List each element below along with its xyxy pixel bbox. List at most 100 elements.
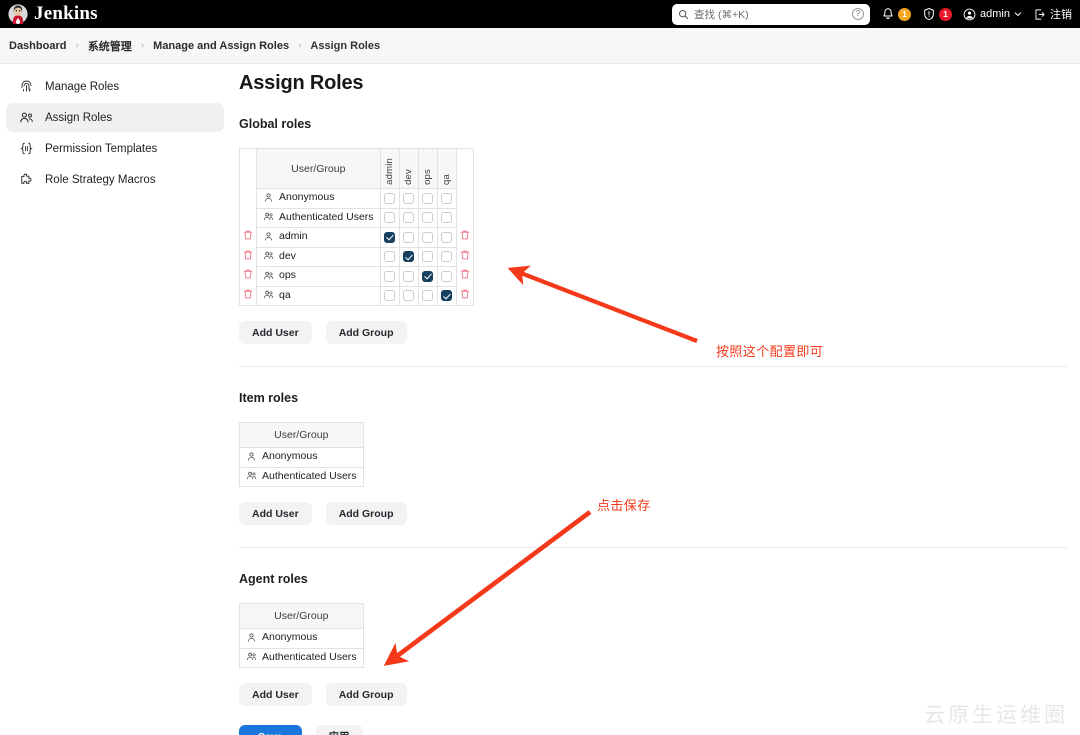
permission-cell-qa-dev[interactable]	[398, 285, 419, 306]
delete-row-button-left[interactable]	[240, 267, 257, 287]
jenkins-brand-link[interactable]: Jenkins	[0, 3, 98, 25]
permission-cell-anonymous-ops[interactable]	[417, 188, 438, 209]
checkbox-unchecked[interactable]	[422, 192, 434, 204]
delete-row-button-left[interactable]	[240, 247, 257, 267]
permission-cell-dev-dev[interactable]	[398, 246, 419, 267]
checkbox-unchecked[interactable]	[441, 270, 453, 282]
permission-cell-admin-admin[interactable]	[379, 227, 400, 248]
checkbox-unchecked[interactable]	[384, 192, 396, 204]
checkbox-unchecked[interactable]	[403, 270, 415, 282]
user-group-name: Anonymous	[262, 450, 318, 462]
checkbox-unchecked[interactable]	[422, 290, 434, 302]
permission-cell-ops-ops[interactable]	[417, 266, 438, 287]
delete-row-button-right[interactable]	[456, 286, 473, 306]
checkbox-unchecked[interactable]	[403, 192, 415, 204]
breadcrumb-item-3[interactable]: Manage and Assign Roles	[153, 40, 289, 52]
notification-count-badge: 1	[898, 7, 912, 21]
add-group-button[interactable]: Add Group	[325, 502, 407, 525]
permission-cell-anonymous-admin[interactable]	[379, 188, 400, 209]
checkbox-unchecked[interactable]	[441, 212, 453, 224]
breadcrumb-item-1[interactable]: Dashboard	[9, 40, 66, 52]
sidebar-item-permission-templates[interactable]: Permission Templates	[6, 134, 224, 163]
permission-cell-authenticated-users-admin[interactable]	[379, 207, 400, 228]
checkbox-unchecked[interactable]	[422, 231, 434, 243]
checkbox-unchecked[interactable]	[441, 231, 453, 243]
checkbox-unchecked[interactable]	[384, 212, 396, 224]
question-circle-icon[interactable]: ?	[852, 8, 865, 20]
sidebar-item-role-strategy-macros[interactable]: Role Strategy Macros	[6, 165, 224, 194]
checkbox-unchecked[interactable]	[441, 192, 453, 204]
checkbox-unchecked[interactable]	[403, 231, 415, 243]
search-input-placeholder[interactable]: 查找 (⌘+K)	[694, 7, 847, 22]
sidebar-item-label: Assign Roles	[45, 111, 113, 124]
user-group-name: admin	[279, 230, 308, 242]
user-group-cell: qa	[256, 285, 381, 306]
delete-row-button-left[interactable]	[240, 228, 257, 248]
checkbox-unchecked[interactable]	[403, 290, 415, 302]
logout-button[interactable]: 注销	[1033, 6, 1072, 22]
checkbox-unchecked[interactable]	[384, 270, 396, 282]
add-buttons-global-roles: Add User Add Group	[239, 321, 1067, 344]
delete-row-button-right[interactable]	[456, 228, 473, 248]
checkbox-checked[interactable]	[422, 270, 434, 282]
column-header-label: admin	[384, 158, 396, 185]
permission-cell-qa-qa[interactable]	[436, 285, 457, 306]
permission-cell-qa-ops[interactable]	[417, 285, 438, 306]
permission-cell-qa-admin[interactable]	[379, 285, 400, 306]
add-user-button[interactable]: Add User	[239, 683, 312, 706]
global-search-box[interactable]: 查找 (⌘+K) ?	[672, 3, 871, 25]
permission-cell-authenticated-users-dev[interactable]	[398, 207, 419, 228]
user-menu-button[interactable]: admin	[963, 8, 1022, 21]
checkbox-unchecked[interactable]	[384, 251, 396, 263]
apply-button[interactable]: 应用	[315, 725, 363, 735]
permission-cell-anonymous-dev[interactable]	[398, 188, 419, 209]
user-group-cell: Authenticated Users	[239, 466, 364, 487]
permission-cell-dev-admin[interactable]	[379, 246, 400, 267]
security-warnings-button[interactable]: 1	[922, 7, 953, 21]
permission-cell-ops-dev[interactable]	[398, 266, 419, 287]
add-group-button[interactable]: Add Group	[325, 683, 407, 706]
checkbox-unchecked[interactable]	[422, 212, 434, 224]
add-group-button[interactable]: Add Group	[325, 321, 407, 344]
logout-arrow-icon	[1035, 8, 1045, 20]
permission-cell-anonymous-qa[interactable]	[436, 188, 457, 209]
breadcrumb-separator: ›	[140, 40, 145, 51]
permission-cell-authenticated-users-qa[interactable]	[436, 207, 457, 228]
permission-cell-admin-dev[interactable]	[398, 227, 419, 248]
sidebar-item-manage-roles[interactable]: Manage Roles	[6, 72, 224, 101]
checkbox-checked[interactable]	[441, 290, 453, 302]
save-button[interactable]: Save	[239, 725, 302, 735]
user-group-name-wrap: ops	[263, 269, 296, 281]
checkbox-unchecked[interactable]	[403, 212, 415, 224]
permission-cell-admin-ops[interactable]	[417, 227, 438, 248]
permission-cell-admin-qa[interactable]	[436, 227, 457, 248]
delete-row-button-right[interactable]	[456, 247, 473, 267]
multi-user-icon	[246, 652, 256, 661]
permission-cell-dev-ops[interactable]	[417, 246, 438, 267]
checkbox-unchecked[interactable]	[422, 251, 434, 263]
table-header-row: User/Group	[239, 422, 364, 448]
checkbox-unchecked[interactable]	[384, 290, 396, 302]
notifications-button[interactable]: 1	[881, 7, 912, 21]
section-heading-item-roles: Item roles	[239, 391, 299, 405]
add-user-button[interactable]: Add User	[239, 502, 312, 525]
checkbox-unchecked[interactable]	[441, 251, 453, 263]
checkbox-checked[interactable]	[403, 251, 415, 263]
add-user-button[interactable]: Add User	[239, 321, 312, 344]
top-navigation-bar: Jenkins 查找 (⌘+K) ? 1 1 admin 注销	[0, 0, 1080, 28]
multi-user-icon	[246, 471, 256, 480]
user-group-name-wrap: Anonymous	[263, 191, 334, 203]
permission-cell-dev-qa[interactable]	[436, 246, 457, 267]
main-content: Assign Roles Global roles User/Group admin…	[239, 72, 1067, 735]
breadcrumb-separator: ›	[75, 40, 79, 51]
permission-cell-authenticated-users-ops[interactable]	[417, 207, 438, 228]
delete-row-button-left[interactable]	[240, 286, 257, 306]
people-icon	[19, 112, 33, 123]
delete-row-button-right[interactable]	[456, 267, 473, 287]
bell-icon	[883, 8, 893, 20]
permission-cell-ops-admin[interactable]	[379, 266, 400, 287]
breadcrumb-item-2[interactable]: 系统管理	[88, 38, 132, 54]
checkbox-checked[interactable]	[384, 231, 396, 243]
permission-cell-ops-qa[interactable]	[436, 266, 457, 287]
sidebar-item-assign-roles[interactable]: Assign Roles	[6, 103, 224, 132]
